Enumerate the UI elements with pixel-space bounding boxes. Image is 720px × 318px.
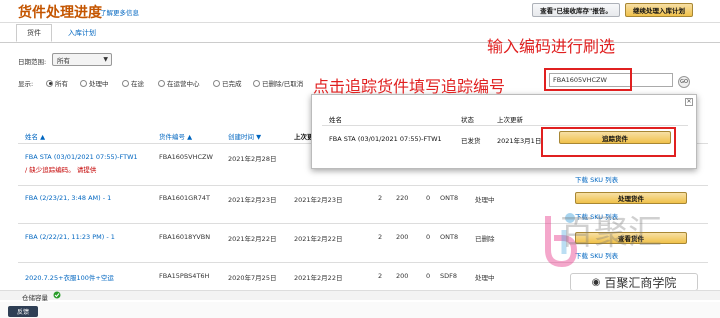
shipment-id: FBA16018YVBN (159, 233, 211, 241)
radio-deleted[interactable]: 已删除/已取消 (253, 78, 303, 88)
status-text: 处理中 (475, 196, 495, 204)
updated-date: 2021年2月23日 (294, 196, 343, 204)
popup-header-updated: 上次更新 (497, 116, 523, 124)
radio-label: 处理中 (89, 80, 109, 88)
shipment-name-link[interactable]: FBA (2/23/21, 3:48 AM) - 1 (25, 194, 111, 202)
status-text: 处理中 (475, 274, 495, 282)
tab-inbound-plans[interactable]: 入库计划 (58, 24, 106, 42)
go-button[interactable]: GO (678, 76, 690, 88)
chevron-down-icon: ▼ (103, 56, 108, 63)
work-on-shipment-button[interactable]: 处理货件 (575, 192, 687, 204)
popup-header-status: 状态 (461, 116, 474, 124)
count-b: 200 (396, 233, 409, 241)
popup-header-name: 姓名 (329, 116, 342, 124)
shipment-id: FBA1605VHCZW (159, 153, 213, 161)
updated-date: 2021年2月22日 (294, 235, 343, 243)
warehouse-capacity-label[interactable]: 仓储容量 (22, 292, 48, 302)
shipment-name-link[interactable]: 2020.7.25+衣服100件+空运 (25, 272, 114, 282)
row-divider (18, 262, 708, 263)
radio-closed[interactable]: 已完成 (213, 78, 242, 88)
count-c: 0 (426, 233, 431, 241)
column-header-created[interactable]: 创建时间 ▼ (228, 131, 261, 141)
radio-label: 已完成 (222, 80, 242, 88)
count-a: 2 (378, 194, 383, 202)
download-sku-link[interactable]: 下载 SKU 列表 (575, 174, 618, 184)
column-header-shipment-id[interactable]: 货件编号 ▲ (159, 131, 192, 141)
date-range-select[interactable]: 所有 ▼ (52, 53, 112, 66)
count-c: 0 (426, 272, 431, 280)
radio-all[interactable]: 所有 (46, 78, 68, 88)
destination: ONT8 (440, 194, 459, 202)
continue-inbound-plan-button[interactable]: 继续处理入库计划 (625, 3, 693, 17)
check-circle-icon (53, 291, 61, 299)
count-b: 220 (396, 194, 409, 202)
destination: SDF8 (440, 272, 458, 280)
watermark-banner: ◉ 百聚汇商学院 (570, 273, 698, 291)
row-divider (18, 185, 708, 186)
watermark-text: 百聚汇 (560, 213, 662, 253)
page-title: 货件处理进度 (18, 5, 102, 21)
popup-status: 已发货 (461, 137, 481, 145)
radio-working[interactable]: 处理中 (80, 78, 109, 88)
show-label: 显示: (18, 80, 34, 88)
column-header-name[interactable]: 姓名 ▲ (25, 131, 45, 141)
count-a: 2 (378, 272, 383, 280)
annotation-click-hint: 点击追踪货件填写追踪编号 (313, 77, 506, 96)
wechat-icon: ◉ (591, 276, 601, 288)
count-b: 200 (396, 272, 409, 280)
bottom-bar (0, 302, 720, 318)
shipment-id: FBA1601GR74T (159, 194, 210, 202)
tab-shipments[interactable]: 货件 (16, 24, 52, 42)
shipment-id: FBA15PBS4T6H (159, 272, 210, 280)
shipment-name-link[interactable]: FBA STA (03/01/2021 07:55)-FTW1 (25, 153, 138, 161)
radio-dot-icon (122, 79, 129, 87)
radio-label: 已删除/已取消 (262, 80, 304, 88)
radio-label: 在运营中心 (167, 80, 200, 88)
shipment-name-link[interactable]: FBA (2/22/21, 11:23 PM) - 1 (25, 233, 115, 241)
count-a: 2 (378, 233, 383, 241)
popup-divider (322, 125, 688, 126)
radio-label: 在途 (131, 80, 144, 88)
created-date: 2021年2月23日 (228, 196, 277, 204)
view-received-report-button[interactable]: 查看"已接收库存"报告。 (532, 3, 620, 17)
track-button-highlight-box (541, 127, 676, 157)
created-date: 2021年2月22日 (228, 235, 277, 243)
date-range-value: 所有 (57, 56, 70, 65)
created-date: 2021年2月28日 (228, 155, 277, 163)
popup-shipment-name: FBA STA (03/01/2021 07:55)-FTW1 (329, 135, 442, 143)
annotation-input-hint: 输入编码进行刷选 (487, 37, 616, 56)
created-date: 2020年7月25日 (228, 274, 277, 282)
popup-updated: 2021年3月1日 (497, 137, 542, 145)
radio-dot-icon (253, 79, 260, 87)
date-range-label: 日期范围: (18, 58, 47, 66)
footer-bar (0, 290, 720, 300)
radio-in-transit[interactable]: 在途 (122, 78, 144, 88)
radio-dot-icon (46, 79, 53, 87)
header-divider (0, 22, 720, 23)
missing-tracking-note[interactable]: / 缺少追踪编码。 请提供 (25, 164, 96, 174)
radio-dot-icon (158, 79, 165, 87)
search-highlight-box (544, 68, 632, 91)
radio-label: 所有 (55, 80, 68, 88)
count-c: 0 (426, 194, 431, 202)
watermark-banner-text: 百聚汇商学院 (604, 275, 677, 290)
radio-dot-icon (80, 79, 87, 87)
learn-more-link[interactable]: 了解更多信息 (100, 7, 139, 17)
feedback-button[interactable]: 反馈 (8, 306, 38, 317)
updated-date: 2021年2月22日 (294, 274, 343, 282)
radio-dot-icon (213, 79, 220, 87)
destination: ONT8 (440, 233, 459, 241)
close-icon[interactable]: ✕ (685, 98, 693, 106)
status-text: 已删除 (475, 235, 495, 243)
radio-at-fc[interactable]: 在运营中心 (158, 78, 200, 88)
